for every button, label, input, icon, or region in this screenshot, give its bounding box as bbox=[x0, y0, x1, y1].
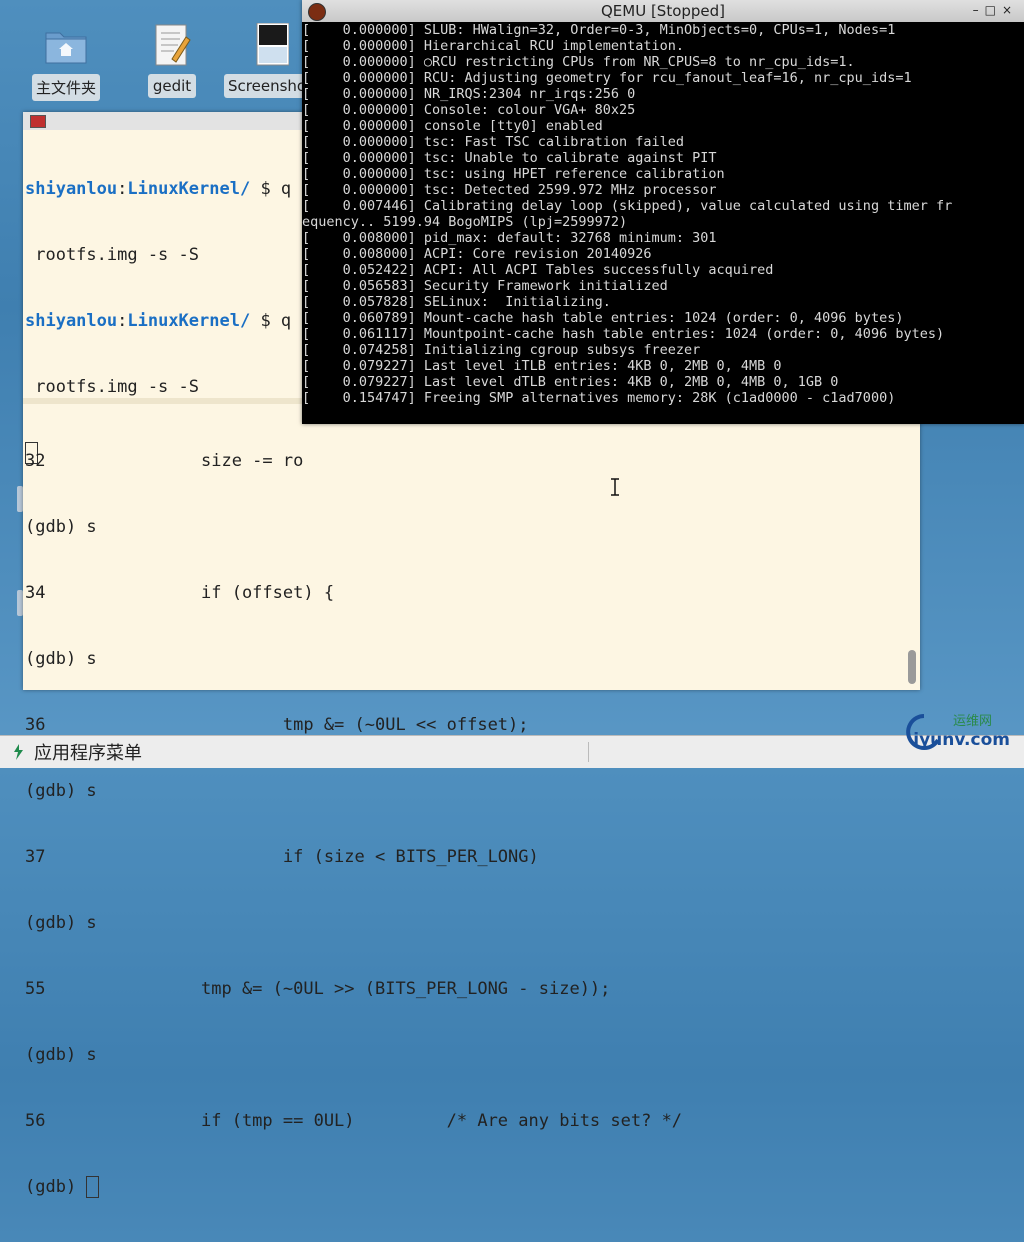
gdb-prompt: (gdb) s bbox=[25, 517, 97, 537]
gdb-line: 56 if (tmp == 0UL) /* Are any bits set? *… bbox=[25, 1110, 905, 1132]
prompt-sep: : bbox=[117, 179, 128, 199]
gdb-line-number: 56 bbox=[25, 1111, 46, 1131]
gdb-source: size -= ro bbox=[201, 451, 304, 471]
shell-output-line: rootfs.img -s -S bbox=[25, 377, 199, 397]
shell-prompt-line: shiyanlou:LinuxKernel/ $ q bbox=[25, 178, 291, 200]
gdb-line-number: 37 bbox=[25, 847, 46, 867]
console-line: [ 0.000000] tsc: Fast TSC calibration fa… bbox=[302, 134, 685, 150]
terminal-icon bbox=[30, 115, 46, 128]
console-line: [ 0.154747] Freeing SMP alternatives mem… bbox=[302, 390, 896, 406]
console-line: [ 0.008000] pid_max: default: 32768 mini… bbox=[302, 230, 717, 246]
gdb-line: (gdb) s bbox=[25, 780, 905, 802]
app-menu-icon[interactable] bbox=[12, 744, 24, 760]
console-line: [ 0.007446] Calibrating delay loop (skip… bbox=[302, 198, 953, 214]
console-line: [ 0.000000] tsc: using HPET reference ca… bbox=[302, 166, 725, 182]
gdb-prompt: (gdb) s bbox=[25, 1045, 97, 1065]
screenshot-thumbnail-icon bbox=[239, 22, 291, 68]
window-controls: –□× bbox=[973, 3, 1018, 17]
console-line: [ 0.074258] Initializing cgroup subsys f… bbox=[302, 342, 701, 358]
shell-prompt-line: shiyanlou:LinuxKernel/ $ q bbox=[25, 310, 291, 332]
gdb-prompt-text: (gdb) bbox=[25, 1177, 87, 1197]
maximize-button[interactable]: □ bbox=[985, 3, 1002, 17]
watermark-text-cn: 运维网 bbox=[952, 714, 992, 729]
prompt-sep: : bbox=[117, 311, 128, 331]
watermark-text-url: iyunv.com bbox=[913, 730, 1010, 750]
console-line: equency.. 5199.94 BogoMIPS (lpj=2599972) bbox=[302, 214, 628, 230]
shell-output-line: rootfs.img -s -S bbox=[25, 245, 199, 265]
folder-home-icon bbox=[40, 22, 92, 68]
gdb-prompt: (gdb) s bbox=[25, 781, 97, 801]
console-line: [ 0.000000] console [tty0] enabled bbox=[302, 118, 603, 134]
taskbar-separator bbox=[588, 742, 589, 762]
console-line: [ 0.061117] Mountpoint-cache hash table … bbox=[302, 326, 945, 342]
window-title: QEMU [Stopped] bbox=[600, 2, 726, 20]
qemu-titlebar[interactable]: QEMU [Stopped] –□× bbox=[302, 0, 1024, 22]
console-line: [ 0.000000] RCU: Adjusting geometry for … bbox=[302, 70, 912, 86]
desktop-icon-label: 主文件夹 bbox=[32, 74, 100, 101]
console-line: [ 0.060789] Mount-cache hash table entri… bbox=[302, 310, 904, 326]
console-line: [ 0.000000] tsc: Detected 2599.972 MHz p… bbox=[302, 182, 717, 198]
console-line: [ 0.056583] Security Framework initializ… bbox=[302, 278, 668, 294]
prompt-user: shiyanlou bbox=[25, 311, 118, 331]
desktop-icon-gedit[interactable]: gedit bbox=[146, 22, 198, 98]
gdb-source: tmp &= (~0UL >> (BITS_PER_LONG - size)); bbox=[201, 979, 611, 999]
gdb-line-number: 36 bbox=[25, 715, 46, 735]
desktop-icon-label: Screensho bbox=[224, 74, 306, 98]
scrollbar-thumb[interactable] bbox=[908, 650, 916, 684]
gdb-source: if (tmp == 0UL) /* Are any bits set? */ bbox=[201, 1111, 683, 1131]
text-ibeam-cursor-icon bbox=[611, 478, 619, 496]
console-line: [ 0.000000] NR_IRQS:2304 nr_irqs:256 0 bbox=[302, 86, 636, 102]
gdb-line: 36 tmp &= (~0UL << offset); bbox=[25, 714, 905, 736]
prompt-path: LinuxKernel/ bbox=[127, 179, 251, 199]
watermark: 运维网 iyunv.com bbox=[904, 708, 1014, 764]
close-button[interactable]: × bbox=[1002, 3, 1018, 17]
console-line: [ 0.000000] Console: colour VGA+ 80x25 bbox=[302, 102, 636, 118]
text-editor-icon bbox=[146, 22, 198, 68]
console-line: [ 0.008000] ACPI: Core revision 20140926 bbox=[302, 246, 652, 262]
gdb-line: (gdb) bbox=[25, 1176, 905, 1198]
console-line: [ 0.079227] Last level dTLB entries: 4KB… bbox=[302, 374, 839, 390]
desktop-icon-home-folder[interactable]: 主文件夹 bbox=[32, 22, 100, 101]
gdb-pane[interactable]: 32 size -= ro (gdb) s 34 if (offset) { (gd… bbox=[25, 406, 905, 1242]
qemu-window[interactable]: QEMU [Stopped] –□× [ 0.000000] SLUB: HWa… bbox=[302, 0, 1024, 424]
gdb-line: (gdb) s bbox=[25, 912, 905, 934]
gdb-line: 37 if (size < BITS_PER_LONG) bbox=[25, 846, 905, 868]
console-line: [ 0.052422] ACPI: All ACPI Tables succes… bbox=[302, 262, 774, 278]
gdb-prompt: (gdb) s bbox=[25, 913, 97, 933]
console-line: [ 0.000000] Hierarchical RCU implementat… bbox=[302, 38, 685, 54]
console-line: [ 0.000000] ○RCU restricting CPUs from N… bbox=[302, 54, 855, 70]
gdb-line: 34 if (offset) { bbox=[25, 582, 905, 604]
gdb-prompt: (gdb) s bbox=[25, 649, 97, 669]
gdb-line: (gdb) s bbox=[25, 1044, 905, 1066]
gdb-source: if (offset) { bbox=[201, 583, 335, 603]
console-line: [ 0.000000] SLUB: HWalign=32, Order=0-3,… bbox=[302, 22, 896, 38]
console-line: [ 0.057828] SELinux: Initializing. bbox=[302, 294, 611, 310]
qemu-console[interactable]: [ 0.000000] SLUB: HWalign=32, Order=0-3,… bbox=[302, 22, 952, 406]
gdb-source: tmp &= (~0UL << offset); bbox=[201, 715, 529, 735]
gdb-line: 55 tmp &= (~0UL >> (BITS_PER_LONG - size)… bbox=[25, 978, 905, 1000]
app-menu-button[interactable]: 应用程序菜单 bbox=[34, 739, 142, 765]
gdb-line-number: 55 bbox=[25, 979, 46, 999]
gdb-line-number: 32 bbox=[25, 451, 46, 471]
console-line: [ 0.079227] Last level iTLB entries: 4KB… bbox=[302, 358, 782, 374]
gdb-line: 32 size -= ro bbox=[25, 450, 905, 472]
desktop-icon-screenshot[interactable]: Screensho bbox=[224, 22, 306, 98]
gdb-prompt: (gdb) bbox=[25, 1176, 100, 1198]
gdb-source: if (size < BITS_PER_LONG) bbox=[201, 847, 539, 867]
prompt-path: LinuxKernel/ bbox=[127, 311, 251, 331]
prompt-user: shiyanlou bbox=[25, 179, 118, 199]
desktop-icon-label: gedit bbox=[148, 74, 196, 98]
taskbar: 应用程序菜单 bbox=[0, 735, 1024, 768]
text-cursor bbox=[86, 1176, 100, 1198]
prompt-command: $ q bbox=[250, 179, 292, 199]
minimize-button[interactable]: – bbox=[973, 3, 985, 17]
console-line: [ 0.000000] tsc: Unable to calibrate aga… bbox=[302, 150, 717, 166]
prompt-command: $ q bbox=[250, 311, 292, 331]
gdb-line: (gdb) s bbox=[25, 516, 905, 538]
gdb-line: (gdb) s bbox=[25, 648, 905, 670]
gdb-line-number: 34 bbox=[25, 583, 46, 603]
